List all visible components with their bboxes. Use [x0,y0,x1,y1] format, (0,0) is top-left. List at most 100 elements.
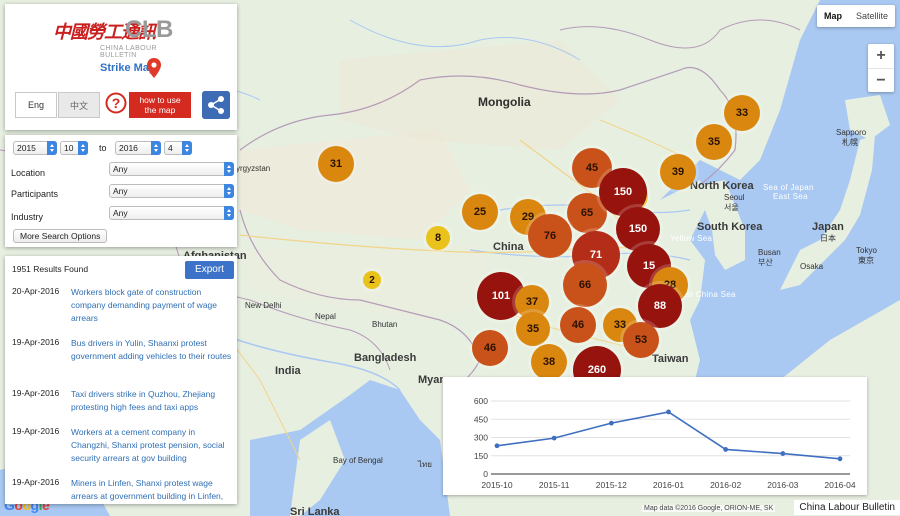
label-sri-lanka: Sri Lanka [290,506,340,516]
result-date: 19-Apr-2016 [12,337,60,347]
cluster-marker[interactable]: 35 [696,124,732,160]
label-east-sea: East Sea [773,192,808,201]
data-point [551,435,557,441]
results-panel: 1951 Results Found Export 20-Apr-2016 Wo… [5,256,237,504]
location-value: Any [113,164,128,174]
from-year-value: 2015 [17,143,36,153]
industry-label: Industry [11,212,44,222]
label-nepal: Nepal [315,312,336,321]
location-select[interactable]: Any [109,162,234,176]
x-tick-label: 2015-11 [539,480,570,490]
list-item[interactable]: 19-Apr-2016 Bus drivers in Yulin, Shaanx… [5,335,237,386]
cluster-marker[interactable]: 46 [472,330,508,366]
from-month-select[interactable]: 10 [60,141,88,155]
how-to-use-button[interactable]: how to use the map [129,92,191,118]
clb-logo[interactable]: 中國勞工通訊 CLB CHINA LABOUR BULLETIN [53,16,193,59]
label-sea-of-japan: Sea of Japan [763,183,814,192]
x-tick-label: 2015-10 [481,480,512,490]
list-item[interactable]: 20-Apr-2016 Workers block gate of constr… [5,284,237,335]
cluster-marker[interactable]: 8 [426,226,450,250]
result-title-link[interactable]: Workers block gate of construction compa… [71,286,233,325]
to-year-value: 2016 [119,143,138,153]
map-type-control: Map Satellite [816,5,895,27]
list-item[interactable]: 19-Apr-2016 Taxi drivers strike in Quzho… [5,386,237,424]
label-india: India [275,365,301,377]
label-seoul: Seoul [724,193,745,202]
results-count: 1951 Results Found [12,264,89,274]
export-button[interactable]: Export [185,261,234,279]
chevron-updown-icon [151,141,161,155]
x-tick-label: 2016-02 [710,480,741,490]
to-month-value: 4 [168,143,173,153]
chevron-updown-icon [224,206,234,220]
label-china: China [493,241,524,253]
from-month-value: 10 [64,143,74,153]
zoom-in-button[interactable]: + [868,44,894,68]
list-item[interactable]: 19-Apr-2016 Workers at a cement company … [5,424,237,475]
to-year-select[interactable]: 2016 [115,141,161,155]
result-title-link[interactable]: Workers at a cement company in Changzhi,… [71,426,233,465]
map-type-map-button[interactable]: Map [817,5,849,27]
participants-label: Participants [11,189,59,199]
cluster-marker[interactable]: 38 [531,344,567,380]
cluster-marker[interactable]: 33 [724,95,760,131]
map-attribution[interactable]: Map data ©2016 Google, ORION-ME, SK [642,505,776,512]
industry-select[interactable]: Any [109,206,234,220]
zoom-out-button[interactable]: − [868,68,894,92]
map-type-satellite-button[interactable]: Satellite [849,5,895,27]
cluster-marker[interactable]: 76 [528,214,572,258]
lang-chinese-button[interactable]: 中文 [58,92,100,118]
help-icon[interactable]: ? [105,92,127,114]
list-item[interactable]: 19-Apr-2016 Miners in Linfen, Shanxi pro… [5,475,237,504]
label-north-korea: North Korea [690,180,754,192]
cluster-marker[interactable]: 66 [563,263,607,307]
data-point [780,451,786,456]
y-tick-label: 450 [474,414,488,424]
x-tick-label: 2016-04 [824,480,855,490]
data-point [608,420,614,426]
participants-value: Any [113,186,128,196]
cluster-marker[interactable]: 46 [560,307,596,343]
cluster-marker[interactable]: 39 [660,154,696,190]
more-search-options-button[interactable]: More Search Options [13,229,108,243]
label-mongolia: Mongolia [478,95,531,109]
how-to-line-1: how to use [139,95,181,105]
cluster-marker[interactable]: 31 [318,146,354,182]
result-title-link[interactable]: Miners in Linfen, Shanxi protest wage ar… [71,477,233,503]
share-icon[interactable] [202,91,230,119]
data-point [723,447,729,452]
y-tick-label: 0 [483,469,488,479]
result-title-link[interactable]: Taxi drivers strike in Quzhou, Zhejiang … [71,388,233,414]
chevron-updown-icon [182,141,192,155]
cluster-marker[interactable]: 2 [363,271,381,289]
data-point [666,409,671,415]
cluster-marker[interactable]: 25 [462,194,498,230]
label-yellow-sea: Yellow Sea [670,234,713,243]
label-bangladesh: Bangladesh [354,352,417,364]
svg-text:?: ? [112,95,121,111]
result-date: 19-Apr-2016 [12,426,60,436]
from-year-select[interactable]: 2015 [13,141,57,155]
to-month-select[interactable]: 4 [164,141,192,155]
cluster-marker[interactable]: 35 [516,312,550,346]
label-tokyo: Tokyo [856,246,877,255]
result-title-link[interactable]: Bus drivers in Yulin, Shaanxi protest go… [71,337,233,363]
results-list: 20-Apr-2016 Workers block gate of constr… [5,284,237,504]
lang-english-button[interactable]: Eng [15,92,57,118]
x-tick-label: 2016-03 [767,480,798,490]
participants-select[interactable]: Any [109,184,234,198]
label-seoul-kr: 서울 [724,203,739,212]
label-south-korea: South Korea [697,221,763,233]
x-tick-label: 2016-01 [653,480,684,490]
label-japan-cn: 日本 [820,234,836,243]
how-to-line-2: the map [144,105,176,115]
y-tick-label: 300 [474,433,488,443]
result-date: 20-Apr-2016 [12,286,60,296]
label-busan: Busan [758,248,781,257]
label-thailand: ไทย [418,460,432,469]
brand-panel: 中國勞工通訊 CLB CHINA LABOUR BULLETIN Strike … [5,4,237,130]
watermark: China Labour Bulletin [794,500,900,515]
cluster-marker[interactable]: 53 [623,322,659,358]
logo-clb-text: CLB [125,16,173,43]
label-osaka: Osaka [800,262,824,271]
